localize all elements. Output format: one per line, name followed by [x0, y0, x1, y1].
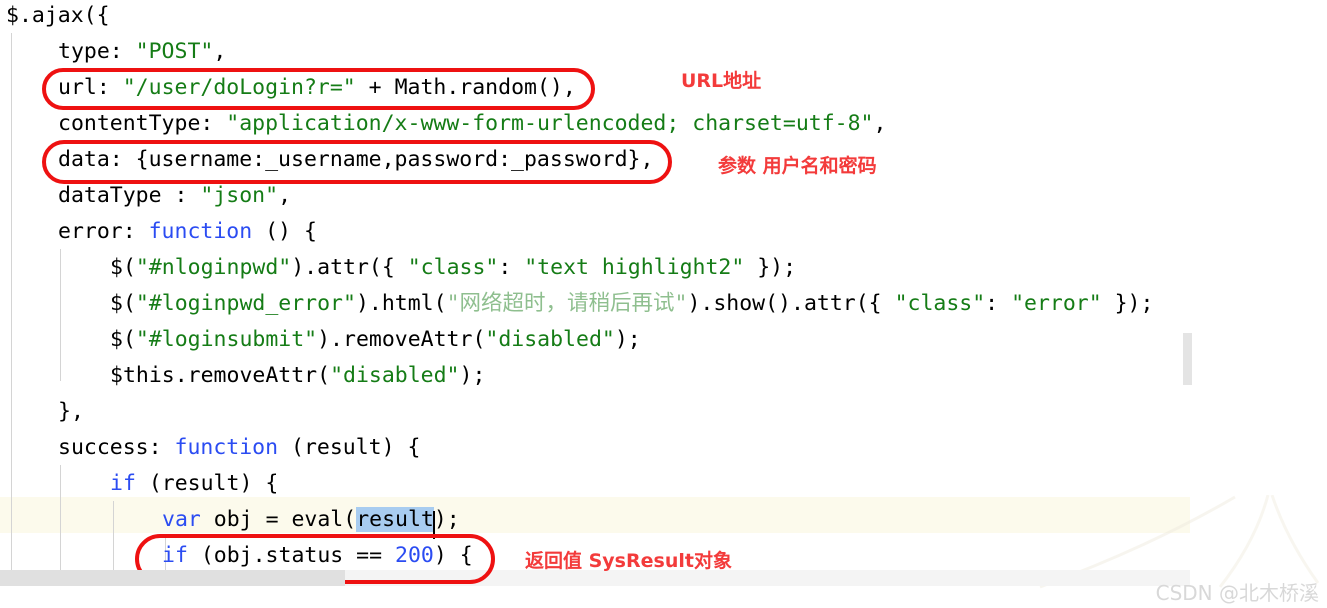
code-line[interactable]: }, — [58, 394, 84, 430]
url-note: URL地址 — [681, 70, 762, 92]
code-line[interactable]: var obj = eval(result); — [162, 502, 460, 539]
code-token: var — [162, 507, 201, 532]
code-token: error: — [58, 219, 149, 244]
code-line[interactable]: if (result) { — [110, 466, 278, 502]
code-token: "class" — [894, 291, 986, 316]
code-line[interactable]: $this.removeAttr("disabled"); — [110, 358, 485, 394]
horizontal-scrollbar-thumb[interactable] — [0, 570, 345, 586]
code-token: "error" — [1011, 291, 1102, 316]
code-token: $this.removeAttr( — [110, 363, 331, 388]
code-token: if — [110, 471, 136, 496]
indent-guide-1 — [11, 33, 12, 585]
code-token: contentType: — [58, 111, 227, 136]
code-token: $( — [110, 327, 136, 352]
selected-token: result — [356, 507, 435, 539]
params-note: 参数 用户名和密码 — [718, 155, 877, 177]
code-token: : — [498, 255, 525, 280]
code-token: "class" — [407, 255, 499, 280]
code-line[interactable]: $("#loginpwd_error").html("网络超时，请稍后再试").… — [110, 286, 1153, 322]
indent-guide-3 — [60, 465, 61, 585]
code-editor-screenshot: $.ajax({type: "POST", url: "/user/doLogin… — [0, 0, 1327, 608]
code-token: , — [278, 183, 292, 208]
code-token: }); — [744, 255, 797, 280]
code-line[interactable]: $.ajax({ — [6, 0, 110, 34]
code-token: ).show().attr({ — [687, 291, 895, 316]
url-highlight-box — [42, 68, 595, 110]
code-token: "text highlight2" — [524, 255, 745, 280]
code-token: "json" — [200, 183, 279, 208]
code-token: success: — [58, 435, 175, 460]
code-token: ); — [459, 363, 486, 388]
code-token: }); — [1101, 291, 1154, 316]
code-token: function — [174, 435, 279, 460]
data-highlight-box — [42, 140, 672, 184]
code-token: obj = eval( — [200, 507, 357, 532]
code-token: $( — [110, 255, 136, 280]
code-line[interactable]: success: function (result) { — [58, 430, 420, 466]
code-token: "disabled" — [330, 363, 460, 388]
code-token: "disabled" — [485, 327, 615, 352]
code-token: ).removeAttr( — [317, 327, 486, 352]
code-token: ); — [433, 507, 460, 532]
code-line[interactable]: $("#loginsubmit").removeAttr("disabled")… — [110, 322, 641, 358]
code-token: dataType : — [58, 183, 201, 208]
code-token: "#nloginpwd" — [135, 255, 292, 280]
code-token: "POST" — [135, 39, 214, 64]
vertical-scrollbar-thumb[interactable] — [1183, 333, 1192, 385]
code-token: , — [213, 39, 227, 64]
code-token: , — [873, 111, 887, 136]
code-token: () { — [252, 219, 317, 244]
indent-guide-2 — [60, 249, 61, 381]
code-token: ).html( — [355, 291, 447, 316]
code-token: type: — [58, 39, 136, 64]
code-token: $.ajax({ — [6, 3, 110, 28]
code-token: $( — [110, 291, 136, 316]
code-token: "#loginsubmit" — [135, 327, 318, 352]
code-line[interactable]: contentType: "application/x-www-form-url… — [58, 106, 886, 142]
code-token: "#loginpwd_error" — [135, 291, 356, 316]
code-token: (result) { — [135, 471, 279, 496]
code-token: "application/x-www-form-urlencoded; char… — [226, 111, 874, 136]
code-token: (result) { — [278, 435, 421, 460]
code-token: }, — [58, 399, 84, 424]
code-line[interactable]: $("#nloginpwd").attr({ "class": "text hi… — [110, 250, 796, 286]
code-token: : — [985, 291, 1012, 316]
code-token: "网络超时，请稍后再试" — [446, 291, 688, 316]
csdn-watermark: CSDN @北木桥溪 — [1155, 581, 1319, 605]
code-token: function — [148, 219, 253, 244]
code-line[interactable]: type: "POST", — [58, 34, 226, 70]
code-token: ).attr({ — [291, 255, 408, 280]
code-line[interactable]: error: function () { — [58, 214, 317, 250]
code-token: ); — [614, 327, 641, 352]
return-note: 返回值 SysResult对象 — [525, 550, 732, 572]
